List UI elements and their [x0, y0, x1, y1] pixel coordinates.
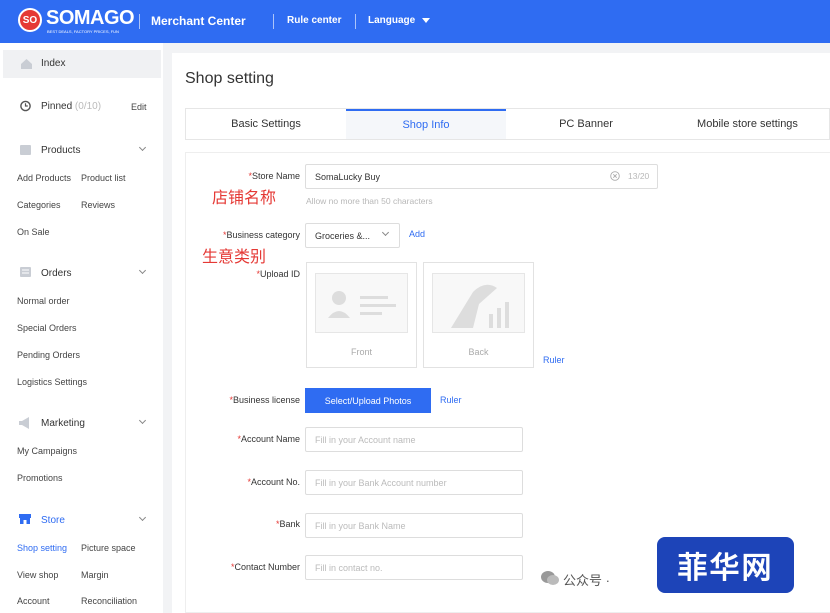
contact-number-input[interactable]: Fill in contact no. — [305, 555, 523, 580]
store-name-input[interactable]: SomaLucky Buy — [305, 164, 658, 189]
sidebar-item-shop-setting[interactable]: Shop setting — [17, 543, 67, 553]
tab-shop-info[interactable]: Shop Info — [346, 109, 506, 139]
sidebar-products[interactable]: Products — [41, 145, 80, 156]
tab-mobile-store-settings[interactable]: Mobile store settings — [666, 109, 829, 139]
rule-center-link[interactable]: Rule center — [287, 15, 341, 26]
sidebar-item-pending-orders[interactable]: Pending Orders — [17, 350, 80, 360]
sidebar-index-label: Index — [41, 58, 66, 69]
upload-id-ruler-link[interactable]: Ruler — [543, 355, 565, 365]
sidebar-item-add-products[interactable]: Add Products — [17, 173, 71, 183]
sidebar-item-view-shop[interactable]: View shop — [17, 570, 58, 580]
divider — [273, 14, 274, 29]
divider — [139, 14, 140, 29]
products-icon — [20, 145, 31, 155]
upload-id-label: *Upload ID — [256, 269, 300, 279]
logo-icon[interactable]: SO — [18, 8, 42, 32]
caret-down-icon — [422, 17, 431, 23]
business-category-label: *Business category — [222, 230, 300, 240]
divider — [355, 14, 356, 29]
upload-front[interactable]: Front — [306, 262, 417, 368]
account-no-label: *Account No. — [247, 477, 300, 487]
sidebar-item-product-list[interactable]: Product list — [81, 173, 126, 183]
business-license-ruler-link[interactable]: Ruler — [440, 395, 462, 405]
upload-back-caption: Back — [468, 347, 489, 357]
clock-icon — [20, 100, 31, 112]
add-category-link[interactable]: Add — [409, 229, 425, 239]
pinned-edit-link[interactable]: Edit — [131, 102, 147, 112]
store-name-hint: Allow no more than 50 characters — [306, 196, 433, 206]
sidebar-item-picture-space[interactable]: Picture space — [81, 543, 136, 553]
store-icon — [19, 514, 31, 524]
sidebar-store[interactable]: Store — [41, 515, 65, 526]
pinned-count: (0/10) — [74, 101, 102, 112]
wechat-icon — [541, 571, 559, 585]
page-title: Shop setting — [185, 70, 274, 87]
language-label: Language — [368, 15, 416, 26]
watermark-text: 公众号 · — [563, 573, 610, 588]
store-name-annotation: 店铺名称 — [212, 190, 277, 207]
language-dropdown[interactable]: Language — [368, 15, 431, 26]
business-license-label: *Business license — [229, 395, 300, 405]
sidebar-item-normal-order[interactable]: Normal order — [17, 296, 70, 306]
store-name-label: *Store Name — [248, 171, 300, 181]
brand-name: SOMAGO — [46, 7, 135, 29]
sidebar-item-special-orders[interactable]: Special Orders — [17, 323, 77, 333]
brand-tagline: BEST DEALS, FACTORY PRICES, FUN — [47, 29, 119, 34]
sidebar-item-categories[interactable]: Categories — [17, 200, 61, 210]
sidebar-item-account[interactable]: Account — [17, 596, 50, 606]
upload-front-caption: Front — [350, 347, 372, 357]
business-category-annotation: 生意类别 — [202, 249, 267, 266]
pinned-label: Pinned — [41, 101, 73, 112]
merchant-center-link[interactable]: Merchant Center — [151, 14, 246, 28]
watermark-badge: 菲华网 — [657, 537, 794, 593]
tab-pc-banner[interactable]: PC Banner — [506, 109, 666, 139]
sidebar-item-my-campaigns[interactable]: My Campaigns — [17, 446, 77, 456]
sidebar-item-on-sale[interactable]: On Sale — [17, 227, 50, 237]
sidebar-item-reviews[interactable]: Reviews — [81, 200, 115, 210]
upload-back[interactable]: Back — [423, 262, 534, 368]
sidebar-item-logistics-settings[interactable]: Logistics Settings — [17, 377, 87, 387]
home-icon — [21, 59, 32, 69]
store-name-counter: 13/20 — [628, 171, 650, 181]
id-card-back-icon — [432, 273, 525, 333]
sidebar-orders[interactable]: Orders — [41, 268, 72, 279]
sidebar-item-promotions[interactable]: Promotions — [17, 473, 63, 483]
account-name-label: *Account Name — [237, 434, 300, 444]
id-card-front-icon — [315, 273, 408, 333]
tab-basic-settings[interactable]: Basic Settings — [186, 109, 346, 139]
sidebar-pinned[interactable]: Pinned (0/10) — [41, 101, 101, 112]
account-no-input[interactable]: Fill in your Bank Account number — [305, 470, 523, 495]
megaphone-icon — [19, 417, 29, 429]
clear-icon[interactable] — [610, 171, 620, 181]
sidebar-marketing[interactable]: Marketing — [41, 418, 85, 429]
contact-number-label: *Contact Number — [230, 562, 300, 572]
sidebar-item-reconciliation[interactable]: Reconciliation — [81, 596, 137, 606]
sidebar-item-margin[interactable]: Margin — [81, 570, 109, 580]
orders-icon — [20, 267, 31, 277]
select-upload-photos-button[interactable]: Select/Upload Photos — [305, 388, 431, 413]
top-bar: SO SOMAGO BEST DEALS, FACTORY PRICES, FU… — [0, 0, 830, 43]
bank-label: *Bank — [275, 519, 300, 529]
tab-bar: Basic Settings Shop Info PC Banner Mobil… — [185, 108, 830, 140]
bank-input[interactable]: Fill in your Bank Name — [305, 513, 523, 538]
account-name-input[interactable]: Fill in your Account name — [305, 427, 523, 452]
